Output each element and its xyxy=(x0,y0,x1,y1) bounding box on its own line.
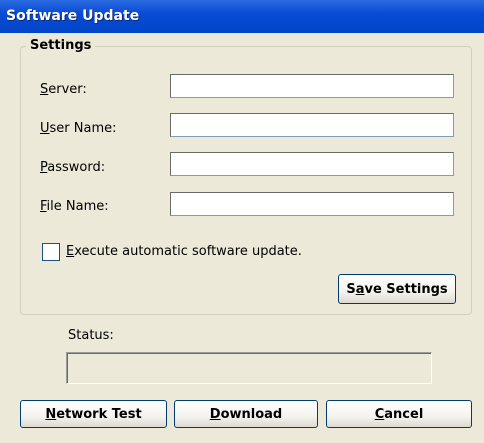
download-accel: D xyxy=(209,406,221,422)
network-test-button[interactable]: Network Test xyxy=(20,400,167,428)
server-input[interactable] xyxy=(170,74,454,98)
network-test-text: etwork Test xyxy=(56,406,142,422)
file-name-input[interactable] xyxy=(170,192,454,216)
auto-update-checkbox-label[interactable]: Execute automatic software update. xyxy=(66,244,302,259)
password-label-text: assword: xyxy=(47,160,106,175)
software-update-window: Software Update Settings Server: User Na… xyxy=(0,0,484,443)
auto-update-label-accel: E xyxy=(66,244,75,259)
file-name-label: File Name: xyxy=(40,199,109,214)
cancel-text: ancel xyxy=(384,406,424,422)
file-name-label-text: ile Name: xyxy=(46,199,109,214)
user-name-label: User Name: xyxy=(40,121,117,136)
server-label: Server: xyxy=(40,82,87,97)
save-settings-post: ve Settings xyxy=(364,281,448,297)
download-button[interactable]: Download xyxy=(174,400,318,428)
server-label-text: erver: xyxy=(48,82,87,97)
cancel-button[interactable]: Cancel xyxy=(326,400,472,428)
status-display xyxy=(66,352,432,384)
password-input[interactable] xyxy=(170,152,454,176)
user-name-label-accel: U xyxy=(40,121,50,136)
save-settings-pre: S xyxy=(346,281,356,297)
auto-update-checkbox[interactable] xyxy=(42,243,60,261)
user-name-input[interactable] xyxy=(170,113,454,137)
password-label: Password: xyxy=(40,160,105,175)
auto-update-label-text: xecute automatic software update. xyxy=(74,244,302,259)
cancel-accel: C xyxy=(374,406,385,422)
user-name-label-text: ser Name: xyxy=(49,121,117,136)
download-text: ownload xyxy=(220,406,283,422)
status-label: Status: xyxy=(68,328,114,343)
title-bar[interactable]: Software Update xyxy=(0,0,484,33)
window-title: Software Update xyxy=(6,8,140,24)
save-settings-button[interactable]: Save Settings xyxy=(338,274,456,304)
network-test-accel: N xyxy=(45,406,57,422)
settings-group-label: Settings xyxy=(26,38,96,53)
